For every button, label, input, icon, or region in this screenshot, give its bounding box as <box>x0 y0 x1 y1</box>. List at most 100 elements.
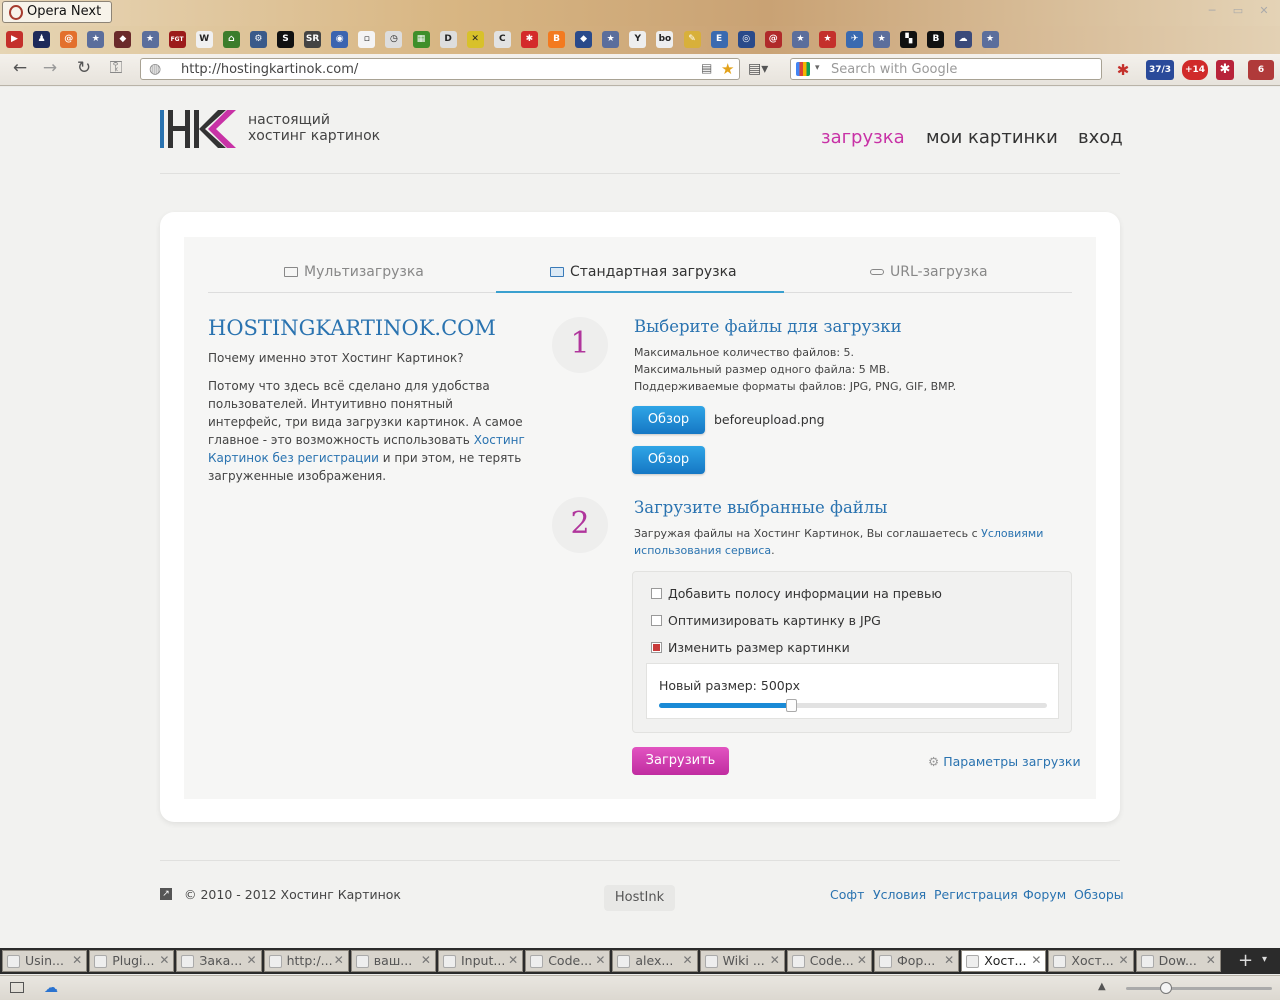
bookmark-e-icon[interactable]: E <box>710 31 728 48</box>
zoom-up-icon[interactable]: ▲ <box>1098 981 1106 992</box>
bookmark-clock-icon[interactable]: ◷ <box>385 31 403 48</box>
panel-toggle-icon[interactable]: ▤▾ <box>748 61 768 77</box>
bookmark-shield-icon[interactable]: ◆ <box>575 31 593 48</box>
close-tab-icon[interactable]: ✕ <box>944 953 954 967</box>
close-tab-icon[interactable]: ✕ <box>421 953 431 967</box>
browse-button-1[interactable]: Обзор <box>632 406 705 434</box>
browser-tab[interactable]: alex... ✕ <box>612 950 698 972</box>
search-box[interactable]: ▾ Search with Google <box>790 58 1102 80</box>
bookmark-check-icon[interactable]: ▚ <box>900 31 918 48</box>
browser-tab[interactable]: ваш... ✕ <box>350 950 436 972</box>
close-tab-icon[interactable]: ✕ <box>334 953 344 967</box>
bookmark-c-icon[interactable]: C <box>493 31 511 48</box>
browser-tab[interactable]: Хост... ✕ <box>1048 950 1134 972</box>
footer-link-forum[interactable]: Форум <box>1023 887 1066 902</box>
browser-tab[interactable]: Code... ✕ <box>525 950 611 972</box>
option-resize[interactable]: Изменить размер картинки <box>651 640 850 655</box>
bookmark-sr-icon[interactable]: SR <box>304 31 322 48</box>
bookmark-blogger-icon[interactable]: B <box>548 31 565 48</box>
close-tab-icon[interactable]: ✕ <box>683 953 693 967</box>
address-bar[interactable]: ◍ http://hostingkartinok.com/ ▤ ★ <box>140 58 740 80</box>
nav-upload-link[interactable]: загрузка <box>821 127 905 148</box>
bookmark-globe-icon[interactable]: ◎ <box>737 31 755 48</box>
browser-tab[interactable]: http:/... ✕ <box>263 950 349 972</box>
bookmark-d-icon[interactable]: D <box>439 31 457 48</box>
browser-tab[interactable]: Dow... ✕ <box>1135 950 1221 972</box>
info-bar-checkbox[interactable] <box>651 588 662 599</box>
bookmark-home-icon[interactable]: ⌂ <box>222 31 240 48</box>
bookmark-star-icon[interactable]: ★ <box>602 31 620 48</box>
bookmark-s-icon[interactable]: S <box>277 31 294 48</box>
close-tab-icon[interactable]: ✕ <box>1031 953 1041 967</box>
upload-submit-button[interactable]: Загрузить <box>632 747 729 775</box>
browser-tab[interactable]: Code... ✕ <box>786 950 872 972</box>
close-tab-icon[interactable]: ✕ <box>508 953 518 967</box>
counter-badge[interactable]: 6 <box>1248 60 1274 80</box>
close-tab-icon[interactable]: ✕ <box>247 953 257 967</box>
close-tab-icon[interactable]: ✕ <box>1206 953 1216 967</box>
bookmark-star-icon[interactable]: ★ <box>721 60 734 78</box>
tab-multi-upload[interactable]: Мультизагрузка <box>284 264 424 280</box>
forward-icon[interactable]: → <box>38 56 62 80</box>
bookmark-person-icon[interactable]: ♟ <box>33 31 51 48</box>
bookmark-cloud-icon[interactable]: ☁ <box>954 31 972 48</box>
option-info-bar[interactable]: Добавить полосу информации на превью <box>651 586 942 601</box>
size-slider-handle[interactable] <box>785 699 797 712</box>
bookmark-gear-icon[interactable]: ⚙ <box>249 31 267 48</box>
bookmark-star-icon[interactable]: ★ <box>87 31 105 48</box>
close-tab-icon[interactable]: ✕ <box>1119 953 1129 967</box>
close-tab-icon[interactable]: ✕ <box>72 953 82 967</box>
reload-icon[interactable]: ↻ <box>72 56 96 80</box>
bookmark-star-icon[interactable]: ★ <box>873 31 891 48</box>
size-slider[interactable] <box>659 699 1047 712</box>
zoom-slider[interactable] <box>1126 987 1272 990</box>
bookmark-star-icon[interactable]: ★ <box>819 31 836 48</box>
bookmark-youtube-icon[interactable]: ▶ <box>6 31 23 48</box>
browser-tab[interactable]: Зака... ✕ <box>176 950 262 972</box>
hostingkartinok-logo-icon[interactable] <box>160 110 238 148</box>
bookmark-shield-icon[interactable]: ◆ <box>114 31 132 48</box>
rss-icon[interactable]: ▤ <box>701 61 712 75</box>
bookmark-x-icon[interactable]: ✕ <box>466 31 484 48</box>
browser-tab[interactable]: Input... ✕ <box>438 950 524 972</box>
footer-link-terms[interactable]: Условия <box>873 887 926 902</box>
footer-link-register[interactable]: Регистрация <box>934 887 1018 902</box>
browser-tab[interactable]: Wiki ... ✕ <box>699 950 785 972</box>
hostink-button[interactable]: HostInk <box>604 885 675 911</box>
footer-link-reviews[interactable]: Обзоры <box>1074 887 1124 902</box>
bookmark-swirl-icon[interactable]: @ <box>764 31 782 48</box>
close-tab-icon[interactable]: ✕ <box>595 953 605 967</box>
browser-tab[interactable]: Plugi... ✕ <box>89 950 175 972</box>
opera-menu-button[interactable]: Opera Next <box>2 1 112 23</box>
zoom-slider-handle[interactable] <box>1160 982 1172 994</box>
bookmark-at-icon[interactable]: @ <box>60 31 78 48</box>
bookmark-pen-icon[interactable]: ✎ <box>683 31 701 48</box>
close-tab-icon[interactable]: ✕ <box>857 953 867 967</box>
close-window-button[interactable]: ✕ <box>1258 5 1270 16</box>
search-engine-dropdown-icon[interactable]: ▾ <box>815 63 820 73</box>
bookmark-green-icon[interactable]: ▦ <box>412 31 430 48</box>
bookmark-star-icon[interactable]: ★ <box>791 31 809 48</box>
external-link-icon[interactable]: ↗ <box>160 888 172 900</box>
tab-url-upload[interactable]: URL-загрузка <box>870 264 988 280</box>
option-optimize[interactable]: Оптимизировать картинку в JPG <box>651 613 881 628</box>
footer-link-soft[interactable]: Софт <box>830 887 864 902</box>
browser-tab[interactable]: Хост... ✕ <box>961 950 1047 972</box>
key-icon[interactable]: ⚿ <box>104 56 128 80</box>
new-tab-button[interactable]: + <box>1238 950 1253 971</box>
bookmark-bo-icon[interactable]: bo <box>656 31 674 48</box>
tab-standard-upload[interactable]: Стандартная загрузка <box>550 264 737 280</box>
optimize-checkbox[interactable] <box>651 615 662 626</box>
bookmark-b-icon[interactable]: B <box>927 31 945 48</box>
maximize-button[interactable]: ▭ <box>1232 5 1244 16</box>
nav-my-images-link[interactable]: мои картинки <box>926 127 1058 148</box>
lastpass-icon[interactable]: ✱ <box>1216 60 1234 80</box>
bookmark-bug-icon[interactable]: ✱ <box>520 31 538 48</box>
bookmark-wiki-icon[interactable]: W <box>195 31 213 48</box>
bookmark-doc-icon[interactable]: ▫ <box>358 31 376 48</box>
upload-params-link[interactable]: ⚙ Параметры загрузки <box>928 754 1081 769</box>
notifications-badge[interactable]: +14 <box>1182 60 1208 80</box>
close-tab-icon[interactable]: ✕ <box>770 953 780 967</box>
mail-badge[interactable]: 37/3 <box>1146 60 1174 80</box>
tabs-menu-icon[interactable]: ▾ <box>1262 954 1267 965</box>
